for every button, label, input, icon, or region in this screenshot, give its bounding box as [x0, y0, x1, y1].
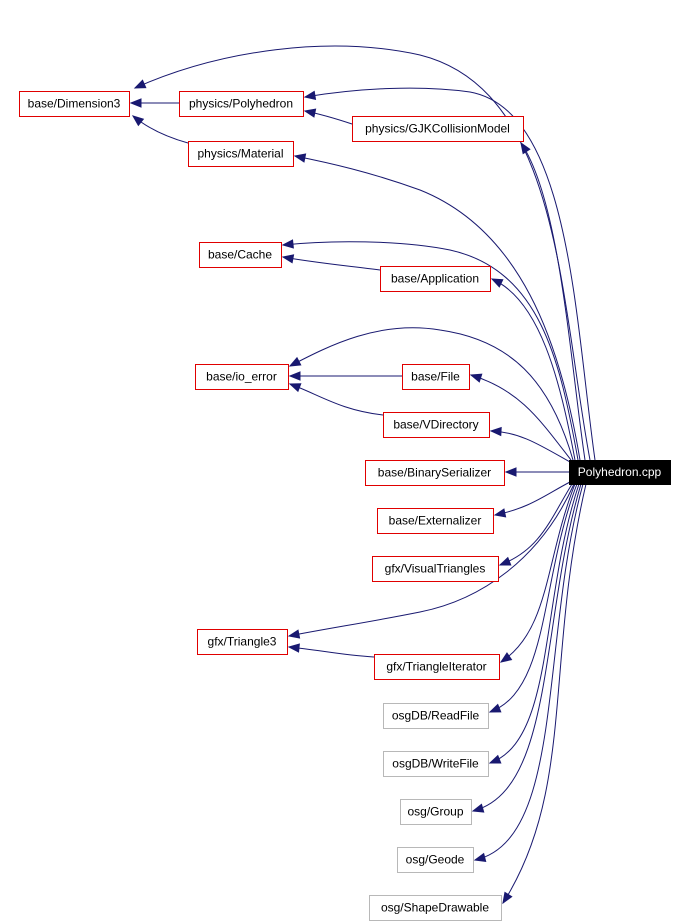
arrowhead-icon	[499, 652, 513, 663]
arrowhead-icon	[303, 108, 317, 118]
edge-triangleiterator-to-triangle3	[287, 643, 375, 658]
arrowhead-icon	[288, 383, 302, 393]
node-externalizer[interactable]: base/Externalizer	[377, 508, 494, 534]
node-label: base/VDirectory	[393, 418, 478, 432]
node-gjk[interactable]: physics/GJKCollisionModel	[352, 116, 524, 142]
node-label: osg/Group	[407, 805, 463, 819]
arrowhead-icon	[281, 254, 295, 264]
node-label: gfx/Triangle3	[208, 635, 277, 649]
node-triangleiterator[interactable]: gfx/TriangleIterator	[374, 654, 500, 680]
node-label: base/Application	[391, 272, 479, 286]
edge-line	[490, 430, 571, 463]
node-label: osg/Geode	[406, 853, 465, 867]
arrowhead-icon	[293, 153, 307, 163]
node-label: physics/Material	[197, 147, 283, 161]
edge-line	[289, 327, 574, 461]
edge-line	[289, 383, 384, 416]
node-label: base/File	[411, 370, 460, 384]
node-label: physics/GJKCollisionModel	[365, 122, 510, 136]
edge-root-to-externalizer	[493, 481, 571, 518]
arrowhead-icon	[303, 90, 317, 101]
arrowhead-icon	[490, 278, 504, 288]
arrowhead-icon	[488, 754, 502, 764]
edge-line	[494, 481, 571, 516]
edge-line	[489, 483, 580, 764]
arrowhead-icon	[133, 79, 147, 89]
node-dimension3[interactable]: base/Dimension3	[19, 91, 130, 117]
node-cache[interactable]: base/Cache	[199, 242, 282, 268]
node-label: base/Dimension3	[28, 97, 121, 111]
node-label: base/io_error	[206, 370, 277, 384]
node-polyhedron[interactable]: physics/Polyhedron	[179, 91, 304, 117]
edge-file-to-io_error	[288, 371, 402, 381]
arrowhead-icon	[129, 98, 142, 108]
edge-polyhedron-to-dimension3	[129, 98, 179, 108]
node-label: gfx/VisualTriangles	[385, 562, 486, 576]
arrowhead-icon	[493, 508, 507, 518]
node-application[interactable]: base/Application	[380, 266, 491, 292]
arrowhead-icon	[288, 356, 302, 367]
node-label: base/Externalizer	[389, 514, 482, 528]
edge-vdirectory-to-io_error	[288, 383, 384, 416]
arrowhead-icon	[287, 643, 300, 653]
include-dependency-graph: Polyhedron.cpp base/Dimension3 physics/Pol…	[19, 45, 671, 921]
arrowhead-icon	[502, 891, 513, 905]
node-material[interactable]: physics/Material	[188, 141, 294, 167]
node-label: osg/ShapeDrawable	[381, 901, 489, 915]
arrowhead-icon	[131, 115, 145, 127]
edge-root-to-binaryserializer	[504, 467, 569, 477]
nodes-layer: Polyhedron.cpp base/Dimension3 physics/Pol…	[19, 91, 671, 921]
edge-gjk-to-polyhedron	[303, 108, 353, 125]
edge-material-to-dimension3	[131, 115, 189, 144]
node-file[interactable]: base/File	[402, 364, 470, 390]
node-label: Polyhedron.cpp	[578, 465, 662, 479]
edge-root-to-writefile	[488, 483, 580, 764]
arrowhead-icon	[473, 852, 487, 862]
node-label: osgDB/ReadFile	[392, 709, 480, 723]
edge-line	[282, 256, 381, 271]
arrowhead-icon	[504, 467, 517, 477]
node-shapedrawable[interactable]: osg/ShapeDrawable	[369, 895, 502, 921]
arrowhead-icon	[288, 371, 301, 381]
arrowhead-icon	[471, 803, 485, 813]
node-vdirectory[interactable]: base/VDirectory	[383, 412, 490, 438]
edge-application-to-cache	[281, 254, 381, 271]
node-label: gfx/TriangleIterator	[386, 660, 486, 674]
edge-root-to-vdirectory	[489, 426, 571, 463]
node-io_error[interactable]: base/io_error	[195, 364, 289, 390]
node-label: base/BinarySerializer	[378, 466, 491, 480]
node-group[interactable]: osg/Group	[400, 799, 472, 825]
node-triangle3[interactable]: gfx/Triangle3	[197, 629, 288, 655]
node-geode[interactable]: osg/Geode	[397, 847, 474, 873]
arrowhead-icon	[287, 629, 301, 639]
arrowhead-icon	[520, 141, 531, 155]
arrowhead-icon	[469, 373, 483, 383]
node-readfile[interactable]: osgDB/ReadFile	[383, 703, 489, 729]
node-visualtriangles[interactable]: gfx/VisualTriangles	[372, 556, 499, 582]
node-binaryserializer[interactable]: base/BinarySerializer	[365, 460, 505, 486]
edge-line	[288, 646, 375, 658]
arrowhead-icon	[488, 703, 502, 713]
edge-root-to-io_error	[288, 327, 574, 461]
node-root[interactable]: Polyhedron.cpp	[569, 460, 671, 485]
arrowhead-icon	[489, 426, 502, 437]
node-writefile[interactable]: osgDB/WriteFile	[383, 751, 489, 777]
arrowhead-icon	[281, 239, 294, 249]
node-label: base/Cache	[208, 248, 272, 262]
node-label: osgDB/WriteFile	[392, 757, 479, 771]
edges-layer	[129, 45, 596, 905]
arrowhead-icon	[498, 556, 512, 566]
node-label: physics/Polyhedron	[189, 97, 293, 111]
